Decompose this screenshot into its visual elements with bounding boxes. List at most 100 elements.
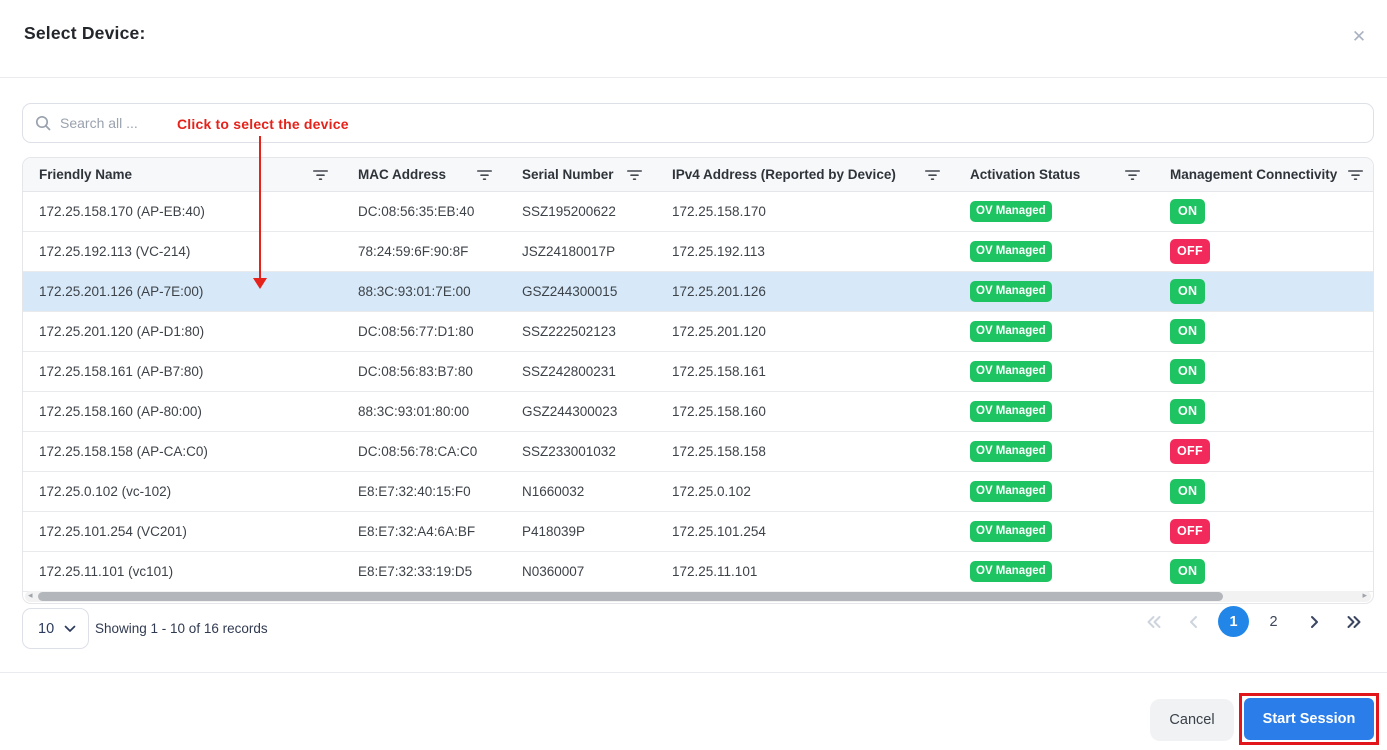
connectivity-badge: ON (1170, 279, 1205, 304)
connectivity-badge: OFF (1170, 439, 1210, 464)
last-page-button[interactable] (1338, 606, 1369, 637)
scroll-right-arrow[interactable]: ▸ (1362, 590, 1367, 601)
filter-icon[interactable] (1348, 169, 1363, 181)
connectivity-badge: ON (1170, 319, 1205, 344)
records-summary: Showing 1 - 10 of 16 records (95, 621, 268, 636)
cell-activation-status: OV Managed (970, 232, 1170, 271)
cell-mac-address: 88:3C:93:01:80:00 (358, 392, 522, 431)
filter-icon[interactable] (627, 169, 642, 181)
table-row[interactable]: 172.25.158.170 (AP-EB:40)DC:08:56:35:EB:… (23, 192, 1373, 232)
header-divider (0, 77, 1387, 78)
page-button-2[interactable]: 2 (1258, 606, 1289, 637)
cell-management-connectivity: OFF (1170, 432, 1373, 471)
cell-management-connectivity: ON (1170, 552, 1373, 591)
table-row[interactable]: 172.25.158.158 (AP-CA:C0)DC:08:56:78:CA:… (23, 432, 1373, 472)
cell-management-connectivity: ON (1170, 272, 1373, 311)
cell-management-connectivity: ON (1170, 312, 1373, 351)
cell-ipv4-address: 172.25.158.160 (672, 392, 970, 431)
cell-mac-address: DC:08:56:83:B7:80 (358, 352, 522, 391)
cell-management-connectivity: ON (1170, 192, 1373, 231)
table-row[interactable]: 172.25.101.254 (VC201)E8:E7:32:A4:6A:BFP… (23, 512, 1373, 552)
annotation-callout-text: Click to select the device (177, 116, 349, 132)
first-page-button[interactable] (1138, 606, 1169, 637)
activation-status-badge: OV Managed (970, 201, 1052, 223)
start-session-button[interactable]: Start Session (1244, 698, 1374, 740)
annotation-arrow-line (259, 136, 261, 279)
cell-activation-status: OV Managed (970, 192, 1170, 231)
connectivity-badge: ON (1170, 559, 1205, 584)
page-size-value: 10 (38, 621, 54, 637)
cell-mac-address: DC:08:56:35:EB:40 (358, 192, 522, 231)
cell-management-connectivity: OFF (1170, 512, 1373, 551)
chevron-left-icon (1187, 615, 1201, 629)
cell-serial-number: JSZ24180017P (522, 232, 672, 271)
cell-ipv4-address: 172.25.158.170 (672, 192, 970, 231)
activation-status-badge: OV Managed (970, 401, 1052, 423)
cell-activation-status: OV Managed (970, 272, 1170, 311)
cell-ipv4-address: 172.25.192.113 (672, 232, 970, 271)
cell-activation-status: OV Managed (970, 352, 1170, 391)
cell-mac-address: E8:E7:32:A4:6A:BF (358, 512, 522, 551)
column-header-serial-number: Serial Number (522, 158, 672, 191)
table-row[interactable]: 172.25.11.101 (vc101)E8:E7:32:33:19:D5N0… (23, 552, 1373, 592)
cell-activation-status: OV Managed (970, 312, 1170, 351)
device-table: Friendly Name MAC Address Serial Number … (22, 157, 1374, 604)
cell-serial-number: P418039P (522, 512, 672, 551)
table-row[interactable]: 172.25.0.102 (vc-102)E8:E7:32:40:15:F0N1… (23, 472, 1373, 512)
activation-status-badge: OV Managed (970, 561, 1052, 583)
cell-management-connectivity: ON (1170, 352, 1373, 391)
dialog-title: Select Device: (24, 23, 145, 44)
cell-friendly-name: 172.25.158.170 (AP-EB:40) (23, 192, 358, 231)
cell-friendly-name: 172.25.158.160 (AP-80:00) (23, 392, 358, 431)
activation-status-badge: OV Managed (970, 481, 1052, 503)
page-button-1[interactable]: 1 (1218, 606, 1249, 637)
footer-divider (0, 672, 1387, 673)
cell-management-connectivity: ON (1170, 392, 1373, 431)
cell-management-connectivity: ON (1170, 472, 1373, 511)
prev-page-button[interactable] (1178, 606, 1209, 637)
cell-mac-address: E8:E7:32:40:15:F0 (358, 472, 522, 511)
cell-serial-number: SSZ242800231 (522, 352, 672, 391)
cell-serial-number: N0360007 (522, 552, 672, 591)
activation-status-badge: OV Managed (970, 521, 1052, 543)
connectivity-badge: ON (1170, 479, 1205, 504)
cell-serial-number: SSZ222502123 (522, 312, 672, 351)
cell-ipv4-address: 172.25.0.102 (672, 472, 970, 511)
cell-friendly-name: 172.25.0.102 (vc-102) (23, 472, 358, 511)
table-body: 172.25.158.170 (AP-EB:40)DC:08:56:35:EB:… (23, 192, 1373, 592)
filter-icon[interactable] (1125, 169, 1140, 181)
table-row[interactable]: 172.25.158.160 (AP-80:00)88:3C:93:01:80:… (23, 392, 1373, 432)
filter-icon[interactable] (925, 169, 940, 181)
cell-serial-number: GSZ244300023 (522, 392, 672, 431)
scrollbar-thumb[interactable] (38, 592, 1223, 601)
column-header-mac-address: MAC Address (358, 158, 522, 191)
activation-status-badge: OV Managed (970, 281, 1052, 303)
filter-icon[interactable] (477, 169, 492, 181)
cell-friendly-name: 172.25.11.101 (vc101) (23, 552, 358, 591)
table-row[interactable]: 172.25.158.161 (AP-B7:80)DC:08:56:83:B7:… (23, 352, 1373, 392)
cell-ipv4-address: 172.25.101.254 (672, 512, 970, 551)
cell-ipv4-address: 172.25.158.158 (672, 432, 970, 471)
next-page-button[interactable] (1298, 606, 1329, 637)
table-row[interactable]: 172.25.192.113 (VC-214)78:24:59:6F:90:8F… (23, 232, 1373, 272)
chevrons-left-icon (1145, 615, 1163, 629)
cell-friendly-name: 172.25.201.120 (AP-D1:80) (23, 312, 358, 351)
horizontal-scrollbar[interactable]: ◂ ▸ (25, 591, 1371, 602)
table-row[interactable]: 172.25.201.120 (AP-D1:80)DC:08:56:77:D1:… (23, 312, 1373, 352)
cell-ipv4-address: 172.25.158.161 (672, 352, 970, 391)
close-icon[interactable]: ✕ (1346, 24, 1372, 50)
connectivity-badge: OFF (1170, 519, 1210, 544)
column-header-ipv4-address: IPv4 Address (Reported by Device) (672, 158, 970, 191)
chevrons-right-icon (1345, 615, 1363, 629)
cell-management-connectivity: OFF (1170, 232, 1373, 271)
chevron-down-icon (64, 625, 76, 633)
scroll-left-arrow[interactable]: ◂ (28, 590, 33, 601)
cell-mac-address: 88:3C:93:01:7E:00 (358, 272, 522, 311)
table-row[interactable]: 172.25.201.126 (AP-7E:00)88:3C:93:01:7E:… (23, 272, 1373, 312)
cancel-button[interactable]: Cancel (1150, 699, 1234, 741)
search-icon (35, 115, 51, 131)
page-size-select[interactable]: 10 (22, 608, 89, 649)
cell-mac-address: E8:E7:32:33:19:D5 (358, 552, 522, 591)
filter-icon[interactable] (313, 169, 328, 181)
activation-status-badge: OV Managed (970, 241, 1052, 263)
